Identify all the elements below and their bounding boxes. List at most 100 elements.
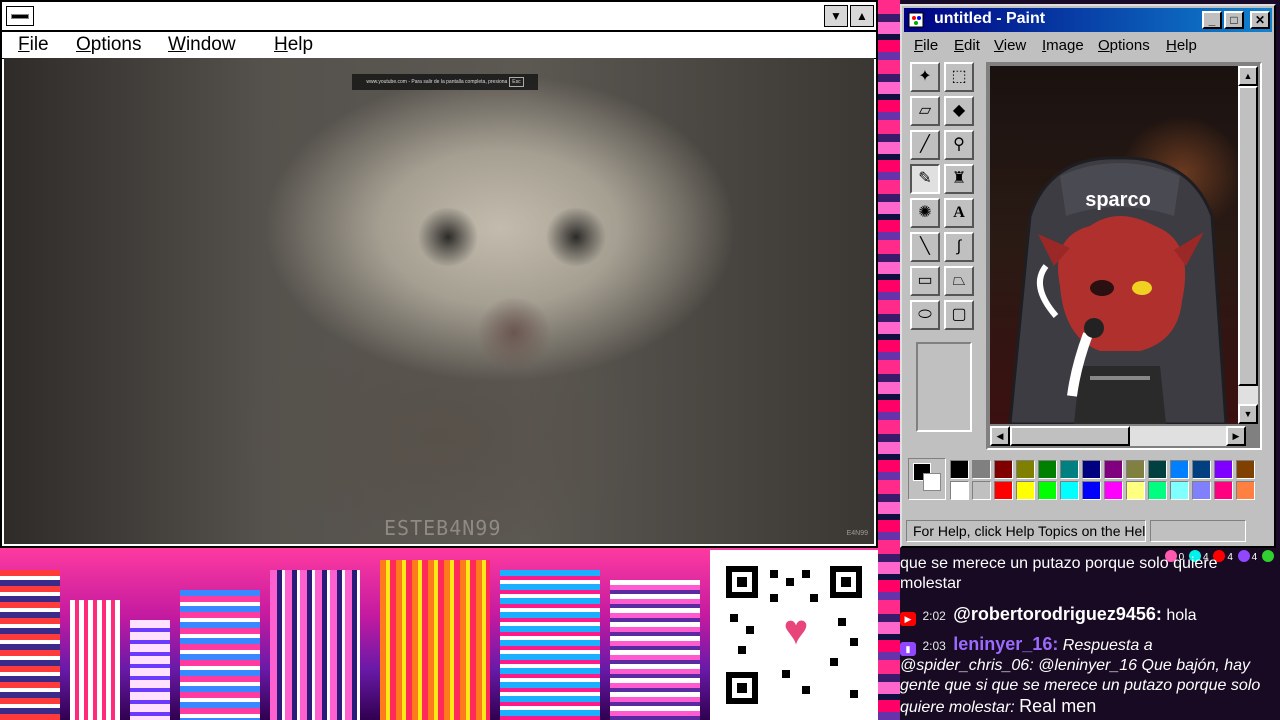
maximize-button[interactable]: □ [1224,11,1244,29]
qr-module [802,686,810,694]
paint-titlebar[interactable]: untitled - Paint _ □ ✕ [904,8,1272,32]
vertical-scrollbar[interactable]: ▲ ▼ [1238,66,1258,424]
palette-swatch[interactable] [1236,460,1255,479]
palette-swatch[interactable] [1214,481,1233,500]
menu-window[interactable]: Window [168,34,236,56]
magnifier-icon[interactable]: ⚲ [944,130,974,160]
status-text: For Help, click Help Topics on the Help … [906,520,1146,542]
line-icon[interactable]: ╲ [910,232,940,262]
menu-options[interactable]: Options [1098,37,1150,54]
menu-image[interactable]: Image [1042,37,1084,54]
close-button[interactable]: ✕ [1250,11,1270,29]
eraser-icon[interactable]: ▱ [910,96,940,126]
palette-swatch[interactable] [950,481,969,500]
palette-swatch[interactable] [1104,460,1123,479]
palette-swatch[interactable] [1192,460,1211,479]
palette-swatch[interactable] [972,460,991,479]
menu-options[interactable]: Options [76,34,141,56]
menu-edit[interactable]: Edit [954,37,980,54]
video-blur-shape [544,208,608,266]
menu-help[interactable]: Help [1166,37,1197,54]
airbrush-icon[interactable]: ✺ [910,198,940,228]
scroll-thumb[interactable] [1238,86,1258,386]
horizontal-scrollbar[interactable]: ◀ ▶ [990,426,1246,446]
current-colors[interactable] [908,458,946,500]
palette-swatch[interactable] [1016,481,1035,500]
palette-swatch[interactable] [1148,460,1167,479]
palette-swatch[interactable] [1082,481,1101,500]
system-menu-icon[interactable] [6,6,34,26]
palette-swatch[interactable] [972,481,991,500]
minimize-button[interactable]: ▼ [824,5,848,27]
scroll-left-icon[interactable]: ◀ [990,426,1010,446]
media-player-titlebar[interactable]: ▼ ▲ [2,2,876,32]
free-select-icon[interactable]: ✦ [910,62,940,92]
glitch-building [380,560,490,720]
palette-swatch[interactable] [1104,481,1123,500]
scroll-right-icon[interactable]: ▶ [1226,426,1246,446]
palette-swatch[interactable] [1082,460,1101,479]
tool-options-box[interactable] [916,342,972,432]
minimize-button[interactable]: _ [1202,11,1222,29]
ellipse-icon[interactable]: ⬭ [910,300,940,330]
scroll-down-icon[interactable]: ▼ [1238,404,1258,424]
scroll-thumb[interactable] [1010,426,1130,446]
video-frame[interactable]: www.youtube.com - Para salir de la panta… [4,58,874,544]
qr-module [782,670,790,678]
color-picker-icon[interactable]: ╱ [910,130,940,160]
palette-swatch[interactable] [1170,460,1189,479]
palette-swatch[interactable] [1060,481,1079,500]
fill-bucket-icon[interactable]: ◆ [944,96,974,126]
palette-swatch[interactable] [1038,481,1057,500]
palette-swatch[interactable] [1126,460,1145,479]
qr-module [850,638,858,646]
curve-icon[interactable]: ∫ [944,232,974,262]
glitch-building [270,570,360,720]
glitch-building [70,600,120,720]
qr-module [850,690,858,698]
menu-help[interactable]: Help [274,34,313,56]
palette-swatch[interactable] [950,460,969,479]
polygon-icon[interactable]: ⏢ [944,266,974,296]
rounded-rect-icon[interactable]: ▢ [944,300,974,330]
palette-swatch[interactable] [1060,460,1079,479]
palette-swatch[interactable] [1192,481,1211,500]
menu-view[interactable]: View [994,37,1026,54]
chat-time: 2:02 [922,609,946,623]
chat-username: leninyer_16: [953,634,1059,654]
glitch-border [878,0,900,720]
palette-swatch[interactable] [1214,460,1233,479]
palette-swatch[interactable] [994,460,1013,479]
rectangle-icon[interactable]: ▭ [910,266,940,296]
rect-select-icon[interactable]: ⬚ [944,62,974,92]
palette-swatch[interactable] [1236,481,1255,500]
palette-swatch[interactable] [1148,481,1167,500]
chair-logo: sparco [1085,189,1151,211]
brush-icon[interactable]: ♜ [944,164,974,194]
palette-swatch[interactable] [1126,481,1145,500]
scroll-up-icon[interactable]: ▲ [1238,66,1258,86]
chat-message: que se merece un putazo porque solo quie… [900,554,1280,594]
maximize-button[interactable]: ▲ [850,5,874,27]
chat-time: 2:03 [922,639,946,653]
esc-key-badge: Esc [509,77,524,87]
qr-module [730,614,738,622]
qr-finder [726,672,758,704]
palette-swatch[interactable] [1038,460,1057,479]
menu-file[interactable]: File [18,34,49,56]
chat-username: @robertorodriguez9456: [953,604,1162,624]
menu-file[interactable]: File [914,37,938,54]
background-color[interactable] [923,473,941,491]
text-tool-icon[interactable]: A [944,198,974,228]
drawing-canvas[interactable]: sparco [990,66,1246,424]
paint-title: untitled - Paint [934,10,1046,27]
twitch-icon: ▮ [900,642,916,656]
pencil-icon[interactable]: ✎ [910,164,940,194]
youtube-icon: ▶ [900,612,916,626]
qr-module [802,570,810,578]
palette-swatch[interactable] [1170,481,1189,500]
stream-chat: 0 4 4 4 que se merece un putazo porque s… [900,548,1280,720]
palette-swatch[interactable] [1016,460,1035,479]
qr-module [810,594,818,602]
palette-swatch[interactable] [994,481,1013,500]
